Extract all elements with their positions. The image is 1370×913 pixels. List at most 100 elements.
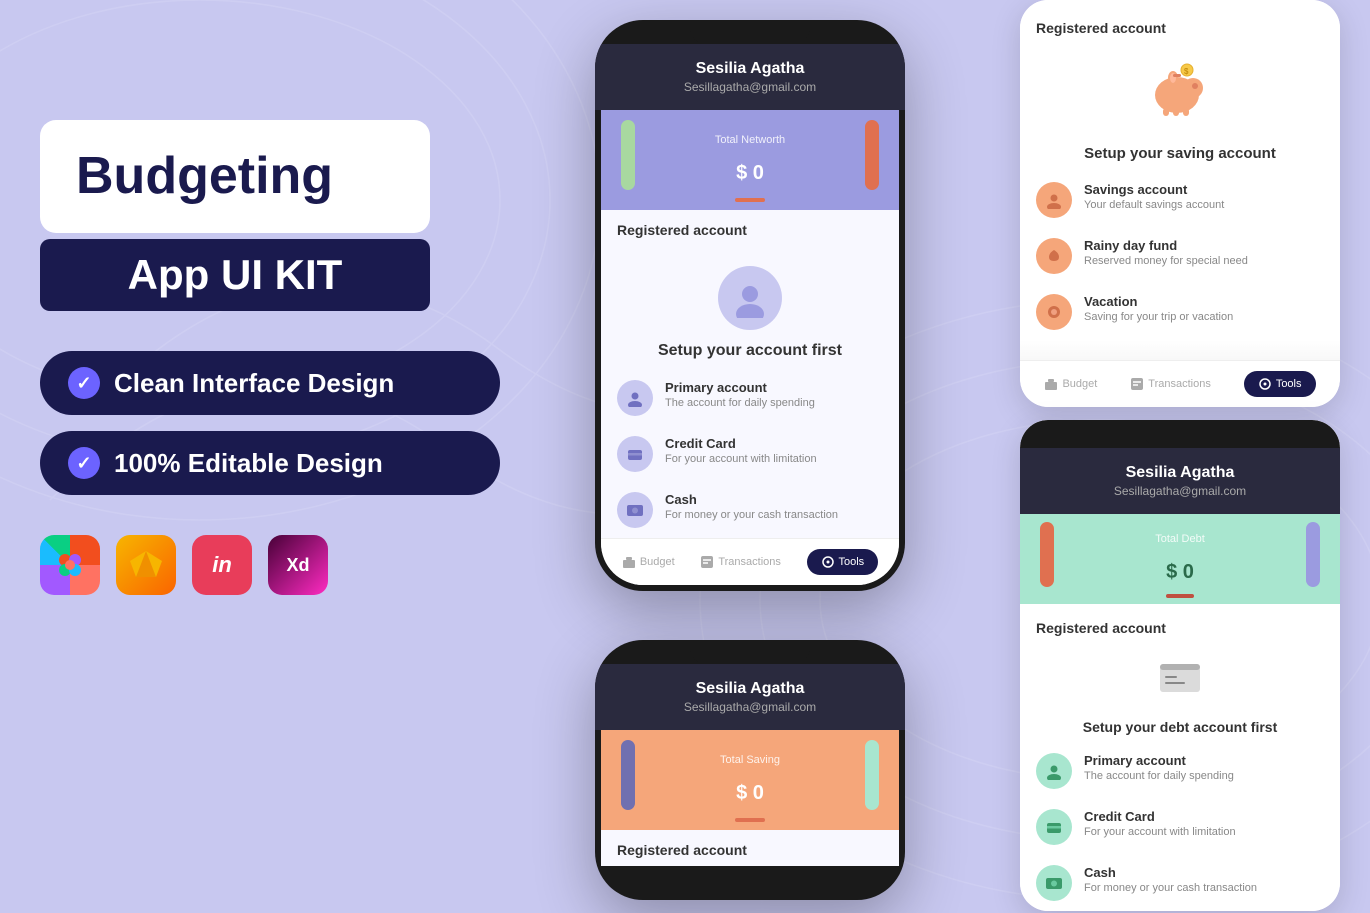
account-info-primary: Primary account The account for daily sp… [665,380,815,409]
account-name-cash: Cash [665,492,838,507]
balance-symbol-main: $ [736,162,753,184]
saving-card: Registered account $ [1020,0,1340,407]
right-top-nav-trans[interactable]: Transactions [1130,377,1211,391]
right-top-vacation: Vacation Saving for your trip or vacatio… [1020,284,1340,340]
account-icon-primary [617,380,653,416]
title-appuikit: App UI KIT [40,239,430,311]
phone-notch-saving [690,640,810,664]
xd-icon: Xd [268,535,328,595]
figma-icon [40,535,100,595]
account-info-credit: Credit Card For your account with limita… [665,436,817,465]
user-header-debt: Sesilia Agatha Sesillagatha@gmail.com [1020,448,1340,514]
debt-setup-title: Setup your debt account first [1020,719,1340,743]
balance-card-debt: Total Debt $ 0 [1020,514,1340,604]
right-top-panel: Registered account $ [1020,0,1340,407]
balance-amount-saving: $ 0 [720,770,780,807]
savings-desc: Your default savings account [1084,199,1224,211]
right-top-setup-title: Setup your saving account [1020,145,1340,172]
account-desc-credit: For your account with limitation [665,453,817,465]
vacation-desc: Saving for your trip or vacation [1084,311,1233,323]
account-item-primary: Primary account The account for daily sp… [601,370,899,426]
balance-amount-debt: $ 0 [1155,549,1205,586]
registered-title-main: Registered account [601,210,899,246]
right-top-nav: Budget Transactions Tools [1020,360,1340,407]
debt-primary-name: Primary account [1084,753,1234,768]
debt-cash-icon [1036,865,1072,901]
debt-card: Sesilia Agatha Sesillagatha@gmail.com To… [1020,420,1340,911]
registered-title-debt: Registered account [1020,608,1340,644]
feature-badge-2: ✓ 100% Editable Design [40,431,500,495]
card-tab-debt [1166,594,1194,598]
sketch-icon [116,535,176,595]
right-top-rainy: Rainy day fund Reserved money for specia… [1020,228,1340,284]
balance-label-saving: Total Saving [720,754,780,766]
debt-cash-name: Cash [1084,865,1257,880]
right-top-nav-tools[interactable]: Tools [1244,371,1316,397]
debt-credit-name: Credit Card [1084,809,1236,824]
feature-badge-1: ✓ Clean Interface Design [40,351,500,415]
account-desc-cash: For money or your cash transaction [665,509,838,521]
debt-primary: Primary account The account for daily sp… [1020,743,1340,799]
savings-icon [1036,182,1072,218]
feature-label-1: Clean Interface Design [114,368,394,399]
rainy-desc: Reserved money for special need [1084,255,1248,267]
title-budgeting: Budgeting [76,148,394,205]
right-top-registered: Registered account [1036,8,1324,44]
account-name-credit: Credit Card [665,436,817,451]
nav-transactions-main[interactable]: Transactions [700,555,781,569]
balance-card-main: Total Networth $ 0 [601,110,899,210]
card-tab-main [735,198,765,202]
left-panel: Budgeting App UI KIT ✓ Clean Interface D… [40,120,580,595]
bottom-nav-main: Budget Transactions Tools [601,538,899,585]
account-icon-credit [617,436,653,472]
mini-notch-bottom [1145,429,1215,445]
nav-budget-main[interactable]: Budget [622,555,675,569]
balance-card-saving: Total Saving $ 0 [601,730,899,830]
user-header-main: Sesilia Agatha Sesillagatha@gmail.com [595,44,905,110]
debt-cash: Cash For money or your cash transaction [1020,855,1340,911]
user-email-saving: Sesillagatha@gmail.com [611,700,889,714]
vacation-icon [1036,294,1072,330]
card-tab-saving [735,818,765,822]
right-bottom-panel: Sesilia Agatha Sesillagatha@gmail.com To… [1020,420,1340,911]
phone-main: Sesilia Agatha Sesillagatha@gmail.com To… [595,20,905,591]
registered-title-saving: Registered account [601,830,899,866]
right-top-nav-budget[interactable]: Budget [1044,377,1097,391]
user-email-main: Sesillagatha@gmail.com [611,80,889,94]
user-email-debt: Sesillagatha@gmail.com [1036,484,1324,498]
tools-row: in Xd [40,535,580,595]
balance-amount-main: $ 0 [715,150,785,187]
nav-tools-main[interactable]: Tools [807,549,879,575]
debt-credit-desc: For your account with limitation [1084,826,1236,838]
phone-top-bar-bottom [1020,420,1340,448]
balance-label-debt: Total Debt [1155,533,1205,545]
right-top-savings: Savings account Your default savings acc… [1020,172,1340,228]
debt-credit-icon [1036,809,1072,845]
debt-icon [1155,656,1205,696]
rainy-icon [1036,238,1072,274]
phone-screen-main: Total Networth $ 0 Registered account Se… [601,110,899,585]
account-info-cash: Cash For money or your cash transaction [665,492,838,521]
check-icon-2: ✓ [68,447,100,479]
account-item-credit: Credit Card For your account with limita… [601,426,899,482]
svg-text:$: $ [1184,67,1189,76]
feature-label-2: 100% Editable Design [114,448,383,479]
account-desc-primary: The account for daily spending [665,397,815,409]
phone-notch-main [690,20,810,44]
check-icon-1: ✓ [68,367,100,399]
vacation-name: Vacation [1084,294,1233,309]
rainy-name: Rainy day fund [1084,238,1248,253]
piggy-icon: $ [1145,60,1215,120]
title-box: Budgeting App UI KIT [40,120,580,311]
account-icon-cash [617,492,653,528]
account-name-primary: Primary account [665,380,815,395]
user-name-debt: Sesilia Agatha [1036,464,1324,482]
avatar-circle-main [718,266,782,330]
account-item-cash: Cash For money or your cash transaction [601,482,899,538]
invision-icon: in [192,535,252,595]
user-header-saving: Sesilia Agatha Sesillagatha@gmail.com [595,664,905,730]
balance-label-main: Total Networth [715,134,785,146]
avatar-setup-main: Setup your account first [601,246,899,370]
setup-title-main: Setup your account first [601,342,899,360]
phone-saving: Sesilia Agatha Sesillagatha@gmail.com To… [595,640,905,900]
